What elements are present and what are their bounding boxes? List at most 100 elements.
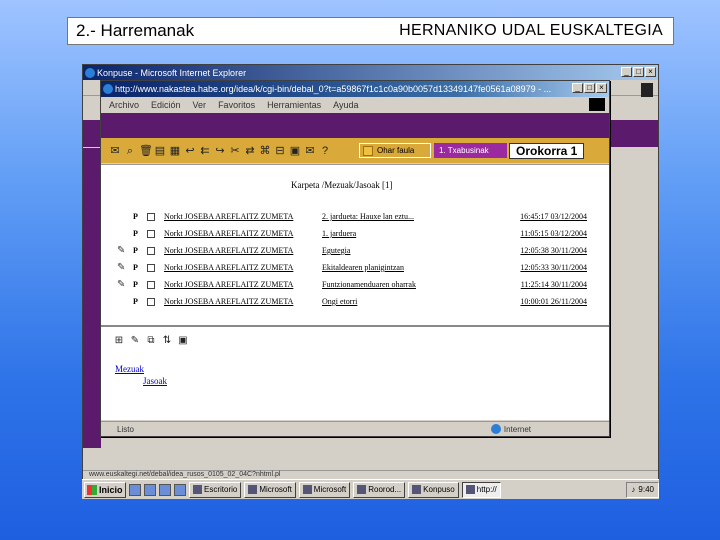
forward-icon[interactable]: ↪: [214, 145, 226, 157]
open-folder-icon[interactable]: ⊟: [274, 145, 286, 157]
start-label: Inicio: [99, 484, 123, 495]
taskbar-item-http[interactable]: http://: [461, 481, 501, 498]
taskbar-item-escritorio[interactable]: Escritorio: [189, 481, 242, 498]
tab-other[interactable]: Ohar faula: [359, 143, 431, 158]
message-subject[interactable]: Funtzionamenduaren oharrak: [320, 280, 460, 289]
message-subject[interactable]: Ekitaldearen planigintzan: [320, 263, 460, 272]
popup-header-band: [101, 113, 609, 138]
search-icon[interactable]: ⌕: [124, 145, 136, 157]
message-row[interactable]: ✎ P Norkt JOSEBA AREFLAITZ ZUMETA Funtziona…: [117, 276, 587, 293]
system-tray-clock: ♪ 9:40: [626, 481, 659, 498]
new-mail-icon[interactable]: ✉: [304, 145, 316, 157]
tab-square-icon: [363, 145, 373, 156]
pencil-icon: ✎: [117, 245, 126, 256]
taskbar-item-roorod[interactable]: Roorod...: [353, 481, 406, 498]
priority-marker: P: [133, 280, 138, 289]
message-subject[interactable]: 1. jarduera: [320, 229, 460, 238]
message-sender[interactable]: Norkt JOSEBA AREFLAITZ ZUMETA: [164, 263, 320, 272]
attach-icon[interactable]: ⌘: [259, 145, 271, 157]
message-sender[interactable]: Norkt JOSEBA AREFLAITZ ZUMETA: [164, 280, 320, 289]
menu-favoritos[interactable]: Favoritos: [218, 100, 255, 110]
close-button[interactable]: ×: [596, 83, 607, 93]
compose-icon[interactable]: ✉: [109, 145, 121, 157]
share-folder-icon[interactable]: ⇅: [161, 335, 173, 347]
taskbar-item-microsoft-1[interactable]: Microsoft: [244, 481, 296, 498]
message-sender[interactable]: Norkt JOSEBA AREFLAITZ ZUMETA: [164, 212, 320, 221]
message-row[interactable]: ✎ P Norkt JOSEBA AREFLAITZ ZUMETA Egutegia 1…: [117, 242, 587, 259]
message-subject[interactable]: 2. jardueta: Hauxe lan eztu...: [320, 212, 460, 221]
message-checkbox[interactable]: [147, 297, 155, 306]
minimize-button[interactable]: _: [572, 83, 583, 93]
pencil-icon: ✎: [117, 262, 126, 273]
menu-herramientas[interactable]: Herramientas: [267, 100, 321, 110]
maximize-button[interactable]: □: [633, 67, 644, 77]
message-sender[interactable]: Norkt JOSEBA AREFLAITZ ZUMETA: [164, 229, 320, 238]
save-icon[interactable]: ▣: [289, 145, 301, 157]
priority-marker: P: [133, 229, 138, 238]
windows-logo-icon: [589, 98, 605, 111]
media-quicklaunch-icon[interactable]: [159, 483, 171, 496]
message-row[interactable]: P Norkt JOSEBA AREFLAITZ ZUMETA 1. jarduer…: [117, 225, 587, 242]
speaker-icon[interactable]: ♪: [631, 485, 635, 494]
menu-ayuda[interactable]: Ayuda: [333, 100, 358, 110]
message-row[interactable]: P Norkt JOSEBA AREFLAITZ ZUMETA 2. jarduet…: [117, 208, 587, 225]
menu-archivo[interactable]: Archivo: [109, 100, 139, 110]
message-row[interactable]: ✎ P Norkt JOSEBA AREFLAITZ ZUMETA Ekitaldea…: [117, 259, 587, 276]
globe-icon: [490, 424, 501, 434]
word-quicklaunch-icon[interactable]: [174, 483, 186, 496]
message-date[interactable]: 12:05:38 30/11/2004: [492, 246, 587, 255]
folder-icon[interactable]: ▦: [169, 145, 181, 157]
windows-logo-icon: [641, 83, 653, 97]
start-button[interactable]: Inicio: [84, 481, 126, 498]
message-sender[interactable]: Norkt JOSEBA AREFLAITZ ZUMETA: [164, 246, 320, 255]
menu-edicion[interactable]: Edición: [151, 100, 181, 110]
copy-folder-icon[interactable]: ⧉: [145, 335, 157, 347]
reply-icon[interactable]: ↩: [184, 145, 196, 157]
folder-title: Orokorra 1: [509, 142, 585, 159]
message-date[interactable]: 16:45:17 03/12/2004: [492, 212, 587, 221]
message-sender[interactable]: Norkt JOSEBA AREFLAITZ ZUMETA: [164, 297, 320, 306]
outlook-quicklaunch-icon[interactable]: [144, 483, 156, 496]
message-date[interactable]: 10:00:01 26/11/2004: [492, 297, 587, 306]
message-date[interactable]: 11:25:14 30/11/2004: [492, 280, 587, 289]
message-checkbox[interactable]: [147, 263, 155, 272]
print-icon[interactable]: ▤: [154, 145, 166, 157]
close-button[interactable]: ×: [645, 67, 656, 77]
maximize-button[interactable]: □: [584, 83, 595, 93]
taskbar-item-microsoft-2[interactable]: Microsoft: [298, 481, 351, 498]
message-checkbox[interactable]: [147, 246, 155, 255]
tools-icon[interactable]: ✂: [229, 145, 241, 157]
message-checkbox[interactable]: [147, 229, 155, 238]
tree-item-jasoak[interactable]: Jasoak: [143, 376, 167, 386]
new-folder-icon[interactable]: ⊞: [113, 335, 125, 347]
message-list: P Norkt JOSEBA AREFLAITZ ZUMETA 2. jarduet…: [117, 208, 587, 310]
message-checkbox[interactable]: [147, 280, 155, 289]
folder-tree-pane: ⊞ ✎ ⧉ ⇅ ▣ Mezuak Jasoak: [101, 325, 609, 420]
tab-other-label: Ohar faula: [377, 146, 415, 155]
outer-window-title: Konpuse - Microsoft Internet Explorer: [97, 67, 247, 78]
ie-quicklaunch-icon[interactable]: [129, 483, 141, 496]
message-subject[interactable]: Ongi etorri: [320, 297, 460, 306]
message-row[interactable]: P Norkt JOSEBA AREFLAITZ ZUMETA Ongi etorr…: [117, 293, 587, 310]
reply-all-icon[interactable]: ⇇: [199, 145, 211, 157]
priority-marker: P: [133, 297, 138, 306]
popup-status-bar: Listo Internet: [101, 421, 609, 436]
tree-item-mezuak[interactable]: Mezuak: [115, 364, 144, 374]
minimize-button[interactable]: _: [621, 67, 632, 77]
priority-marker: P: [133, 263, 138, 272]
move-icon[interactable]: ⇄: [244, 145, 256, 157]
delete-icon[interactable]: 🗑: [139, 145, 153, 157]
menu-ver[interactable]: Ver: [193, 100, 207, 110]
rename-folder-icon[interactable]: ✎: [129, 335, 141, 347]
help-icon[interactable]: ?: [319, 145, 331, 157]
message-date[interactable]: 11:05:15 03/12/2004: [492, 229, 587, 238]
message-date[interactable]: 12:05:33 30/11/2004: [492, 263, 587, 272]
priority-marker: P: [133, 246, 138, 255]
taskbar-item-konpuso[interactable]: Konpuso: [408, 481, 459, 498]
outer-left-sidebar: [83, 148, 101, 448]
priority-marker: P: [133, 212, 138, 221]
message-subject[interactable]: Egutegia: [320, 246, 460, 255]
save-folder-icon[interactable]: ▣: [177, 335, 189, 347]
tab-selected[interactable]: 1. Txabusinak: [434, 143, 507, 158]
message-checkbox[interactable]: [147, 212, 155, 221]
